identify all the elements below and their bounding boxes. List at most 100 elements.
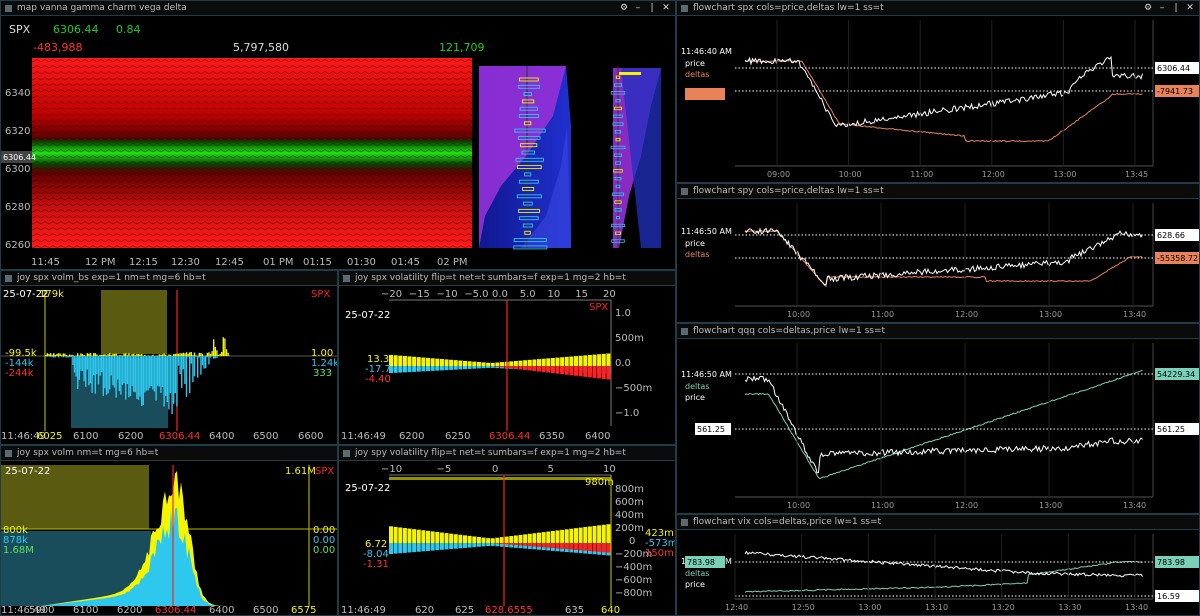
time-label: 11:46:49 bbox=[341, 605, 386, 616]
volume-bar bbox=[49, 353, 52, 356]
x-tick: 6250 bbox=[445, 431, 470, 442]
x-tick: 12:15 bbox=[129, 257, 158, 268]
left-tag-value: 561.25 bbox=[697, 425, 725, 434]
minimize-button[interactable]: – bbox=[1155, 1, 1169, 16]
vol-bar-upper bbox=[449, 359, 454, 366]
settings-icon[interactable]: ⚙ bbox=[1141, 1, 1155, 16]
vol-bar-upper bbox=[560, 357, 565, 366]
panel-title: flowchart spy cols=price,deltas lw=1 ss=… bbox=[693, 186, 884, 196]
volume-bar bbox=[97, 356, 100, 385]
volume-bar bbox=[75, 355, 77, 356]
close-button[interactable]: ✕ bbox=[659, 1, 673, 16]
volume-bar bbox=[152, 356, 154, 390]
volume-bar bbox=[144, 354, 146, 356]
volume-bar bbox=[70, 356, 72, 358]
vol-bar-upper bbox=[421, 530, 426, 543]
restore-button[interactable]: | bbox=[645, 1, 659, 16]
x-tick: 01:45 bbox=[391, 257, 420, 268]
vol-bar-upper bbox=[578, 527, 583, 543]
joy-chart-2[interactable]: −20 −15 −10 −5.0 0.0 5.0 10 15 20 25-07-22 SPX 1… bbox=[339, 286, 675, 444]
y-tick: −600m bbox=[615, 575, 652, 586]
minimize-button[interactable]: – bbox=[631, 1, 645, 16]
x-tick: 13:00 bbox=[858, 603, 881, 612]
price-tag-value: 16.59 bbox=[1157, 592, 1180, 601]
volume-bar bbox=[150, 356, 152, 386]
volume-bar bbox=[120, 356, 122, 395]
x-tick: 13:45 bbox=[1125, 170, 1148, 179]
y-tick: −500m bbox=[615, 383, 652, 394]
volume-bar bbox=[118, 355, 120, 356]
x-tick: 6500 bbox=[253, 431, 278, 442]
volume-bar bbox=[126, 356, 128, 385]
volume-bar bbox=[216, 350, 218, 356]
volume-bar bbox=[161, 356, 164, 387]
vol-bar-net bbox=[495, 366, 500, 367]
flowchart-vix-chart[interactable]: 11:46:40 AMdeltasprice16.59783.98783.981… bbox=[677, 530, 1199, 615]
volatility-band bbox=[389, 524, 611, 556]
volume-bar bbox=[104, 354, 106, 356]
volume-bar bbox=[179, 353, 181, 356]
volume-bar bbox=[77, 353, 79, 356]
left-value: -4.40 bbox=[365, 374, 391, 385]
vol-bar-lower bbox=[389, 543, 394, 554]
flowchart-spy-chart[interactable]: 11:46:50 AM price deltas 628.66 -55358.72 10:… bbox=[677, 199, 1199, 322]
heatmap-area[interactable]: SPX 6306.44 0.84 -483,988 5,797,580 121,… bbox=[1, 16, 675, 269]
right-strike: 640 bbox=[601, 605, 620, 616]
volume-bar bbox=[78, 356, 80, 380]
vol-bar-upper bbox=[467, 361, 472, 366]
volume-bar bbox=[184, 356, 186, 384]
volume-bar bbox=[165, 354, 167, 356]
joy-chart-3[interactable]: 25-07-22 1.61M SPX 800k 878k 1.68M 0.00 … bbox=[1, 461, 337, 616]
vol-bar-net bbox=[513, 543, 518, 546]
volume-bar bbox=[193, 352, 196, 356]
volume-bar bbox=[85, 356, 87, 387]
joy-chart-1[interactable]: 25-07-22 179k SPX -99.5k -144k -244k 1.0… bbox=[1, 286, 337, 444]
volume-bar bbox=[134, 356, 136, 393]
settings-icon[interactable]: ⚙ bbox=[617, 1, 631, 16]
legend-price: price bbox=[685, 393, 705, 402]
vol-bar-lower bbox=[435, 543, 440, 551]
symbol-tag: SPX bbox=[315, 466, 334, 477]
x-tick: 13:40 bbox=[1123, 310, 1146, 319]
x-tick: 13:20 bbox=[992, 603, 1015, 612]
vol-bar-upper bbox=[412, 529, 417, 543]
volume-bar bbox=[83, 355, 85, 356]
volume-bar bbox=[137, 356, 140, 400]
vol-bar-upper bbox=[398, 355, 403, 366]
vol-bar-upper bbox=[463, 535, 468, 543]
vol-bar-upper bbox=[416, 357, 421, 366]
vol-bar-lower bbox=[449, 366, 454, 370]
flowchart-spx-chart[interactable]: 11:46:40 AM price deltas 6306.44 -7941.73 09:… bbox=[677, 16, 1199, 182]
vol-bar-upper bbox=[439, 359, 444, 366]
volume-bar bbox=[134, 355, 136, 356]
vol-bar-lower bbox=[421, 543, 426, 552]
vol-bar-lower bbox=[398, 366, 403, 373]
vol-bar-lower bbox=[444, 366, 449, 371]
vol-bar-lower bbox=[481, 366, 486, 369]
x-tick: 12:00 bbox=[955, 310, 978, 319]
vol-bar-net bbox=[513, 366, 518, 369]
left-tag bbox=[685, 88, 725, 100]
legend-deltas: deltas bbox=[685, 382, 709, 391]
y-tick: −400m bbox=[615, 562, 652, 573]
close-button[interactable]: ✕ bbox=[1183, 1, 1197, 16]
top-tick: −10 bbox=[381, 464, 402, 475]
volume-bar bbox=[141, 356, 143, 406]
volume-bar bbox=[57, 353, 60, 356]
vol-bar-lower bbox=[402, 543, 407, 553]
panel-titlebar: map vanna gamma charm vega delta ⚙ – | ✕ bbox=[1, 1, 675, 16]
joy-chart-4[interactable]: −10 −5 0 5 10 25-07-22 980m 6.72 -8.04 -1.31… bbox=[339, 461, 675, 616]
volume-bar bbox=[147, 355, 149, 356]
panel-joy-volm-bs: joy spx volm_bs exp=1 nm=t mg=6 hb=t 25-… bbox=[0, 270, 338, 445]
vol-bar-upper bbox=[541, 358, 546, 366]
vol-bar-upper bbox=[592, 354, 597, 366]
vol-bar-upper bbox=[513, 360, 518, 366]
volume-bar bbox=[136, 353, 138, 356]
vol-bar-upper bbox=[490, 538, 495, 543]
vol-bar-net bbox=[541, 543, 546, 548]
right-strike: 6575 bbox=[291, 605, 316, 616]
restore-button[interactable]: | bbox=[1169, 1, 1183, 16]
volume-bar bbox=[125, 356, 127, 400]
volume-bar bbox=[88, 353, 90, 356]
flowchart-qqq-chart[interactable]: 11:46:50 AM deltas price 561.25 54229.34 561.… bbox=[677, 339, 1199, 513]
